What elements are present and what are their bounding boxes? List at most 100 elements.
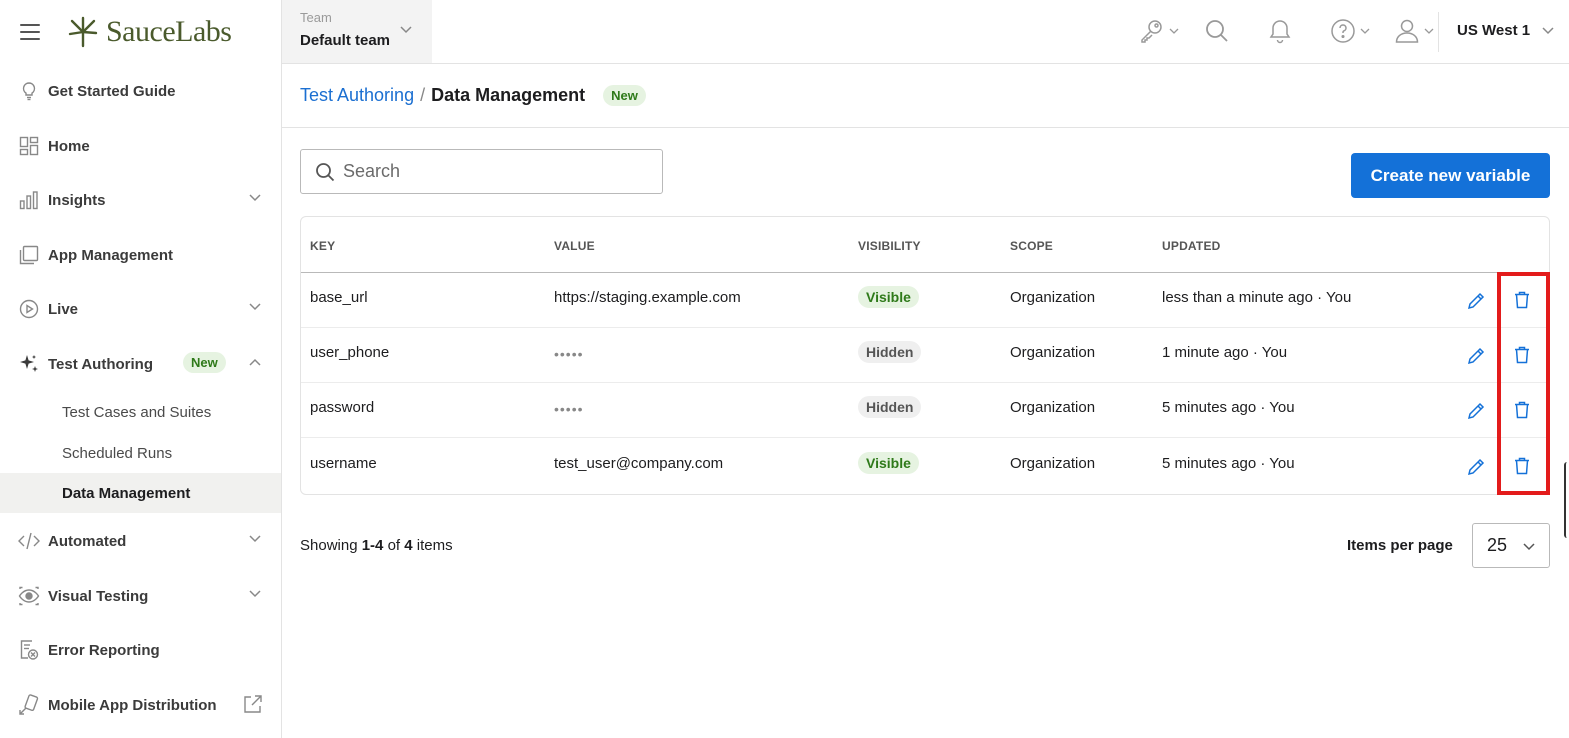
chevron-down-icon[interactable] <box>249 194 261 202</box>
sidebar-item-live[interactable]: Live <box>0 282 281 336</box>
breadcrumb-link-test-authoring[interactable]: Test Authoring <box>300 85 414 106</box>
access-key-menu[interactable] <box>1139 18 1179 44</box>
notifications-button[interactable] <box>1268 18 1292 44</box>
sidebar-item-app-management[interactable]: App Management <box>0 228 281 282</box>
bar-chart-icon <box>18 189 40 211</box>
sidebar-item-insights[interactable]: Insights <box>0 173 281 227</box>
edit-icon[interactable] <box>1466 291 1486 311</box>
breadcrumb-separator: / <box>420 85 426 105</box>
edit-icon[interactable] <box>1466 346 1486 366</box>
cell-scope: Organization <box>1010 455 1096 472</box>
user-menu[interactable] <box>1394 18 1434 44</box>
chevron-down-icon <box>1169 28 1179 34</box>
visibility-badge: Hidden <box>858 396 922 418</box>
breadcrumb: Test Authoring / Data Management New <box>282 64 1569 128</box>
visibility-badge: Visible <box>858 286 919 308</box>
cell-value-masked: ••••• <box>554 346 584 362</box>
items-per-page-label: Items per page <box>1347 537 1453 554</box>
column-header-visibility[interactable]: VISIBILITY <box>858 239 921 253</box>
edit-icon[interactable] <box>1466 401 1486 421</box>
column-header-value[interactable]: VALUE <box>554 239 595 253</box>
delete-icon[interactable] <box>1512 290 1532 310</box>
sidebar-item-label: Mobile App Distribution <box>48 696 217 714</box>
search-icon <box>316 162 335 181</box>
external-link-icon[interactable] <box>243 694 263 714</box>
logo-row: SauceLabs <box>0 0 281 64</box>
chevron-down-icon <box>1542 26 1554 34</box>
sidebar-item-label: Test Authoring <box>48 355 153 373</box>
top-bar: Team Default team US West 1 <box>282 0 1569 64</box>
visibility-badge: Hidden <box>858 341 922 363</box>
code-icon <box>18 530 40 552</box>
sidebar-subitem-scheduled-runs[interactable]: Scheduled Runs <box>0 433 281 473</box>
cell-value: https://staging.example.com <box>554 289 741 306</box>
cell-updated: 1 minute ago · You <box>1162 344 1288 361</box>
chevron-down-icon[interactable] <box>249 303 261 311</box>
sidebar-item-label: Get Started Guide <box>48 82 176 100</box>
cell-key: username <box>310 455 377 472</box>
play-icon <box>18 298 40 320</box>
search-button[interactable] <box>1204 18 1230 44</box>
delete-icon[interactable] <box>1512 456 1532 476</box>
delete-icon[interactable] <box>1512 345 1532 365</box>
chevron-down-icon <box>1523 543 1535 551</box>
bell-icon <box>1269 20 1291 44</box>
sidebar-item-label: Visual Testing <box>48 587 149 605</box>
help-icon <box>1331 19 1355 43</box>
sidebar-item-mobile-app-distribution[interactable]: Mobile App Distribution <box>0 678 281 732</box>
lightbulb-icon <box>18 80 40 102</box>
sidebar-item-automated[interactable]: Automated <box>0 514 281 568</box>
cell-scope: Organization <box>1010 399 1096 416</box>
sidebar-subitem-label: Data Management <box>62 484 191 502</box>
column-header-key[interactable]: KEY <box>310 239 335 253</box>
cell-scope: Organization <box>1010 344 1096 361</box>
sidebar-item-label: Error Reporting <box>48 641 160 659</box>
chevron-down-icon[interactable] <box>249 590 261 598</box>
sidebar-item-label: Automated <box>48 532 127 550</box>
sidebar: SauceLabs Get Started Guide Home Insight… <box>0 0 282 738</box>
region-selector[interactable]: US West 1 <box>1457 22 1554 39</box>
delete-icon[interactable] <box>1512 400 1532 420</box>
sidebar-item-get-started-guide[interactable]: Get Started Guide <box>0 64 281 118</box>
page-title: Data Management <box>431 85 586 105</box>
saucelabs-logo-icon <box>68 16 98 48</box>
items-per-page-select[interactable]: 25 <box>1472 523 1550 568</box>
sidebar-item-label: Insights <box>48 191 106 209</box>
cell-key: password <box>310 399 375 416</box>
create-new-variable-button[interactable]: Create new variable <box>1351 153 1550 198</box>
error-report-icon <box>18 639 40 661</box>
pagination-total: 4 <box>404 537 413 554</box>
sparkle-icon <box>18 353 40 375</box>
table-row: password ••••• Hidden Organization 5 min… <box>301 383 1549 438</box>
hamburger-menu-icon[interactable] <box>20 24 40 40</box>
scrollbar-handle[interactable] <box>1564 462 1569 538</box>
chevron-down-icon <box>400 26 412 34</box>
new-badge: New <box>603 85 646 106</box>
new-badge: New <box>183 352 226 373</box>
pagination-range: 1-4 <box>361 537 384 554</box>
help-menu[interactable] <box>1330 18 1370 44</box>
column-header-updated[interactable]: UPDATED <box>1162 239 1221 253</box>
cell-key: user_phone <box>310 344 390 361</box>
sidebar-subitem-label: Test Cases and Suites <box>62 403 212 421</box>
edit-icon[interactable] <box>1466 457 1486 477</box>
search-input[interactable] <box>343 161 643 182</box>
team-selector[interactable]: Team Default team <box>282 0 432 63</box>
column-header-scope[interactable]: SCOPE <box>1010 239 1053 253</box>
sidebar-subitem-data-management[interactable]: Data Management <box>0 473 281 513</box>
sidebar-subitem-test-cases-and-suites[interactable]: Test Cases and Suites <box>0 392 281 432</box>
cell-key: base_url <box>310 289 368 306</box>
cell-updated: 5 minutes ago · You <box>1162 399 1295 416</box>
sidebar-item-error-reporting[interactable]: Error Reporting <box>0 623 281 677</box>
saucelabs-logo[interactable]: SauceLabs <box>66 15 232 49</box>
search-box[interactable] <box>300 149 663 194</box>
sidebar-item-test-authoring[interactable]: Test Authoring New <box>0 337 281 391</box>
chevron-up-icon[interactable] <box>249 358 261 366</box>
chevron-down-icon <box>1424 28 1434 34</box>
sidebar-item-home[interactable]: Home <box>0 119 281 173</box>
dashboard-icon <box>18 135 40 157</box>
region-label: US West 1 <box>1457 22 1531 39</box>
sidebar-item-visual-testing[interactable]: Visual Testing <box>0 569 281 623</box>
visibility-badge: Visible <box>858 452 919 474</box>
chevron-down-icon[interactable] <box>249 535 261 543</box>
